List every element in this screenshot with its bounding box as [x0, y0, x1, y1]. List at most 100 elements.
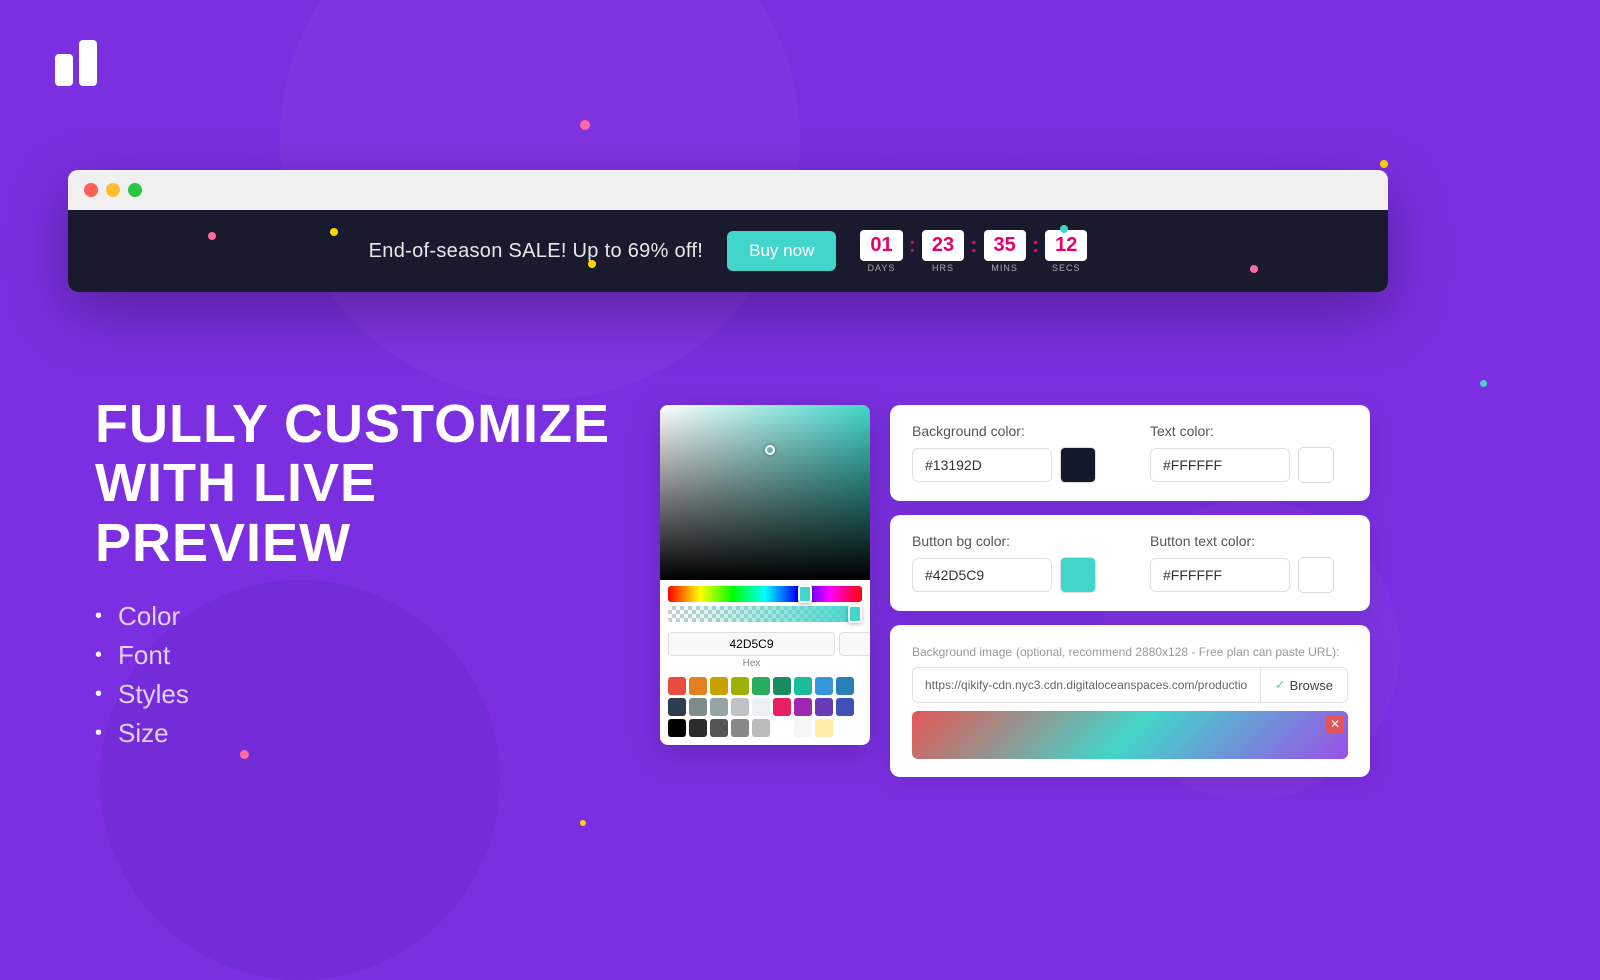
color-swatch[interactable]	[752, 677, 770, 695]
btn-bg-color-label: Button bg color:	[912, 533, 1110, 549]
heading-line2: WITH LIVE PREVIEW	[95, 453, 377, 572]
browser-maximize-dot	[128, 183, 142, 197]
color-swatch[interactable]	[836, 698, 854, 716]
countdown-mins-value: 35	[984, 230, 1026, 261]
color-swatch[interactable]	[773, 677, 791, 695]
close-icon: ✕	[1330, 717, 1340, 731]
color-swatch[interactable]	[731, 698, 749, 716]
color-swatch[interactable]	[689, 698, 707, 716]
browser-close-dot	[84, 183, 98, 197]
color-swatch[interactable]	[710, 698, 728, 716]
hex-label: Hex	[668, 658, 835, 669]
btn-bg-color-group: Button bg color:	[912, 533, 1110, 593]
color-swatch[interactable]	[773, 719, 791, 737]
bg-color-swatch[interactable]	[1060, 447, 1096, 483]
btn-text-color-input[interactable]	[1150, 558, 1290, 592]
btn-text-color-swatch[interactable]	[1298, 557, 1334, 593]
color-values-row: Hex R G B A	[660, 626, 870, 671]
feature-styles: Styles	[95, 679, 635, 710]
feature-size: Size	[95, 718, 635, 749]
bg-image-url-input[interactable]	[913, 669, 1260, 701]
color-swatch[interactable]	[731, 719, 749, 737]
color-swatch[interactable]	[794, 677, 812, 695]
bg-color-group: Background color:	[912, 423, 1110, 483]
decor-dot-5	[580, 820, 586, 826]
color-picker-cursor	[765, 445, 775, 455]
text-color-input[interactable]	[1150, 448, 1290, 482]
banner-buy-button[interactable]: Buy now	[727, 231, 836, 271]
color-swatch[interactable]	[752, 719, 770, 737]
color-gradient-picker[interactable]	[660, 405, 870, 580]
browser-toolbar	[68, 170, 1388, 210]
color-swatch[interactable]	[815, 719, 833, 737]
countdown-hrs-value: 23	[922, 230, 964, 261]
color-swatch[interactable]	[689, 719, 707, 737]
countdown-mins-label: MINS	[991, 263, 1018, 273]
decor-dot-3	[1480, 380, 1487, 387]
r-input[interactable]	[839, 632, 870, 656]
color-swatch[interactable]	[752, 698, 770, 716]
banner-dot-1	[208, 232, 216, 240]
promo-banner: End-of-season SALE! Up to 69% off! Buy n…	[68, 210, 1388, 292]
banner-dot-2	[588, 260, 596, 268]
countdown-hrs-label: HRS	[932, 263, 954, 273]
color-swatch[interactable]	[815, 698, 833, 716]
color-swatch[interactable]	[668, 677, 686, 695]
hue-slider[interactable]	[668, 586, 862, 602]
color-swatch[interactable]	[710, 719, 728, 737]
countdown-secs-value: 12	[1045, 230, 1087, 261]
bg-color-input-row	[912, 447, 1110, 483]
btn-bg-input-row	[912, 557, 1110, 593]
text-color-label: Text color:	[1150, 423, 1348, 439]
btn-bg-color-swatch[interactable]	[1060, 557, 1096, 593]
browse-button-label: Browse	[1290, 678, 1333, 693]
text-color-input-row	[1150, 447, 1348, 483]
banner-sale-text: End-of-season SALE! Up to 69% off!	[369, 240, 703, 263]
feature-font: Font	[95, 640, 635, 671]
banner-dot-5	[330, 228, 338, 236]
panel-btn-row: Button bg color: Button text color:	[912, 533, 1348, 593]
color-swatch[interactable]	[710, 677, 728, 695]
bg-color-input[interactable]	[912, 448, 1052, 482]
hex-input[interactable]	[668, 632, 835, 656]
opacity-thumb	[848, 605, 862, 623]
color-swatch[interactable]	[731, 677, 749, 695]
countdown-timer: 01 DAYS : 23 HRS : 35 MINS : 12 SECS	[860, 230, 1087, 273]
countdown-hrs: 23 HRS	[922, 230, 964, 273]
btn-bg-color-input[interactable]	[912, 558, 1052, 592]
color-swatch[interactable]	[836, 677, 854, 695]
btn-text-input-row	[1150, 557, 1348, 593]
opacity-slider[interactable]	[668, 606, 862, 622]
panel-bg-text-color: Background color: Text color:	[890, 405, 1370, 501]
countdown-days: 01 DAYS	[860, 230, 902, 273]
r-label: R	[839, 658, 870, 669]
feature-color: Color	[95, 601, 635, 632]
color-picker-panel: Hex R G B A	[660, 405, 870, 745]
countdown-sep-1: :	[909, 232, 916, 258]
countdown-days-label: DAYS	[868, 263, 896, 273]
color-swatch[interactable]	[689, 677, 707, 695]
countdown-sep-3: :	[1032, 232, 1039, 258]
image-preview-close-button[interactable]: ✕	[1326, 715, 1344, 733]
text-color-swatch[interactable]	[1298, 447, 1334, 483]
countdown-sep-2: :	[970, 232, 977, 258]
bg-image-preview: ✕	[912, 711, 1348, 759]
app-logo	[55, 40, 103, 96]
color-swatch[interactable]	[668, 719, 686, 737]
panel-bg-text-row: Background color: Text color:	[912, 423, 1348, 483]
browser-mockup: End-of-season SALE! Up to 69% off! Buy n…	[68, 170, 1388, 292]
panel-btn-color: Button bg color: Button text color:	[890, 515, 1370, 611]
color-swatch[interactable]	[773, 698, 791, 716]
color-swatch[interactable]	[794, 719, 812, 737]
color-swatch[interactable]	[668, 698, 686, 716]
panel-bg-image: Background image (optional, recommend 28…	[890, 625, 1370, 777]
browser-minimize-dot	[106, 183, 120, 197]
color-swatch[interactable]	[794, 698, 812, 716]
browse-button[interactable]: ✓ Browse	[1260, 668, 1347, 702]
hue-thumb	[798, 585, 812, 603]
color-swatches	[660, 671, 870, 745]
color-swatch[interactable]	[815, 677, 833, 695]
right-panels: Background color: Text color: Button bg …	[890, 405, 1370, 777]
main-heading: FULLY CUSTOMIZE WITH LIVE PREVIEW	[95, 395, 635, 573]
countdown-secs-label: SECS	[1052, 263, 1081, 273]
